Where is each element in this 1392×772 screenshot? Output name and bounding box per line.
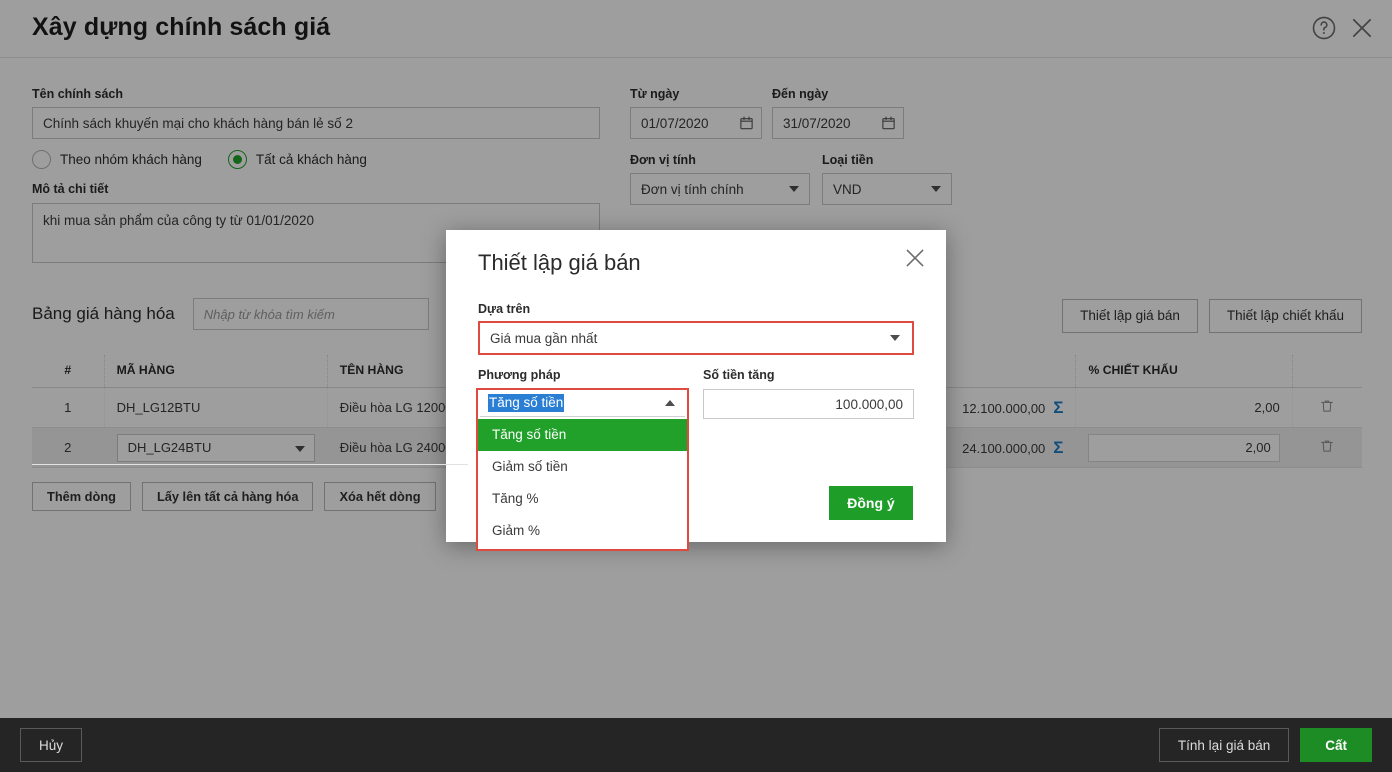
setup-sale-price-button[interactable]: Thiết lập giá bán <box>1062 299 1198 333</box>
row-code-cell[interactable]: DH_LG24BTU <box>104 427 328 468</box>
app-window: Xây dựng chính sách giá Tên chính sách T <box>0 0 1392 772</box>
method-dropdown-list: Tăng số tiền Giảm số tiền Tăng % Giảm % <box>476 419 689 551</box>
dropdown-seam <box>476 414 689 419</box>
recalculate-price-button[interactable]: Tính lại giá bán <box>1158 728 1290 762</box>
dropdown-option-decrease-amount[interactable]: Giảm số tiền <box>478 451 687 483</box>
unit-select-value: Đơn vị tính chính <box>641 181 744 197</box>
currency-select[interactable]: VND <box>822 173 952 205</box>
row-price: 12.100.000,00 <box>962 400 1046 416</box>
sigma-icon[interactable]: Σ <box>1053 438 1063 457</box>
page-title: Xây dựng chính sách giá <box>32 13 331 41</box>
row-discount[interactable]: 2,00 <box>1075 387 1293 428</box>
grid-toolbar: Bảng giá hàng hóa <box>32 298 429 330</box>
dropdown-option-increase-percent[interactable]: Tăng % <box>478 483 687 515</box>
row-code-select[interactable]: DH_LG24BTU <box>116 433 315 462</box>
footer-right-actions: Tính lại giá bán Cất <box>1158 728 1372 762</box>
sigma-icon[interactable]: Σ <box>1053 398 1063 417</box>
grid-footer-buttons: Thêm dòng Lấy lên tất cả hàng hóa Xóa hế… <box>32 482 436 511</box>
dropdown-option-decrease-percent[interactable]: Giảm % <box>478 515 687 547</box>
row-index: 2 <box>32 427 105 468</box>
trash-icon[interactable] <box>1319 400 1335 417</box>
grid-section-title: Bảng giá hàng hóa <box>32 304 175 323</box>
confirm-button[interactable]: Đồng ý <box>829 486 913 520</box>
clear-all-rows-button[interactable]: Xóa hết dòng <box>324 482 436 511</box>
window-header: Xây dựng chính sách giá <box>0 0 1392 58</box>
row-delete-cell[interactable] <box>1292 387 1362 428</box>
radio-label: Tất cả khách hàng <box>255 152 367 167</box>
chevron-down-icon <box>890 335 900 341</box>
col-discount: % CHIẾT KHẤU <box>1075 355 1293 388</box>
row-price: 24.100.000,00 <box>962 440 1046 456</box>
close-icon[interactable] <box>902 245 928 271</box>
radio-by-customer-group[interactable]: Theo nhóm khách hàng <box>32 150 202 169</box>
currency-label: Loại tiền <box>822 153 874 167</box>
trash-icon[interactable] <box>1319 440 1335 457</box>
row-discount-cell[interactable]: 2,00 <box>1075 427 1293 468</box>
dialog-title: Thiết lập giá bán <box>478 250 641 275</box>
cancel-button[interactable]: Hủy <box>20 728 83 762</box>
search-input[interactable] <box>192 298 429 330</box>
save-button[interactable]: Cất <box>1300 728 1372 762</box>
based-on-label: Dựa trên <box>478 302 531 316</box>
calendar-icon[interactable] <box>881 115 896 131</box>
row-delete-cell[interactable] <box>1292 427 1362 468</box>
window-footer: Hủy Tính lại giá bán Cất <box>0 718 1392 772</box>
unit-select[interactable]: Đơn vị tính chính <box>630 173 810 205</box>
col-actions <box>1292 355 1362 388</box>
load-all-products-button[interactable]: Lấy lên tất cả hàng hóa <box>141 482 314 511</box>
unit-label: Đơn vị tính <box>630 153 696 167</box>
grid-action-buttons: Thiết lập giá bán Thiết lập chiết khấu <box>1062 299 1362 333</box>
to-date-label: Đến ngày <box>772 87 829 101</box>
help-circle-icon[interactable] <box>1310 14 1338 42</box>
row-code[interactable]: DH_LG12BTU <box>104 387 328 428</box>
policy-name-label: Tên chính sách <box>32 87 123 101</box>
based-on-select[interactable]: Giá mua gần nhất <box>478 321 914 355</box>
radio-circle-icon <box>32 150 51 169</box>
row-discount[interactable]: 2,00 <box>1088 433 1280 462</box>
close-icon[interactable] <box>1348 14 1376 42</box>
currency-select-value: VND <box>833 181 862 197</box>
radio-all-customers[interactable]: Tất cả khách hàng <box>227 150 367 169</box>
amount-input[interactable] <box>703 389 914 419</box>
col-index: # <box>32 355 105 388</box>
method-value: Tăng số tiền <box>488 394 565 412</box>
chevron-down-icon <box>789 186 799 192</box>
dropdown-option-increase-amount[interactable]: Tăng số tiền <box>478 419 687 451</box>
row-code: DH_LG24BTU <box>127 439 212 455</box>
from-date-field[interactable] <box>630 107 762 139</box>
to-date-field[interactable] <box>772 107 904 139</box>
calendar-icon[interactable] <box>739 115 754 131</box>
col-code: MÃ HÀNG <box>104 355 328 388</box>
customer-scope-radio-group: Theo nhóm khách hàng Tất cả khách hàng <box>32 150 393 169</box>
add-row-button[interactable]: Thêm dòng <box>32 482 131 511</box>
setup-discount-button[interactable]: Thiết lập chiết khấu <box>1208 299 1362 333</box>
method-label: Phương pháp <box>478 368 561 382</box>
amount-label: Số tiền tăng <box>703 368 775 382</box>
chevron-up-icon <box>665 400 675 406</box>
row-index: 1 <box>32 387 105 428</box>
based-on-value: Giá mua gần nhất <box>490 330 598 346</box>
radio-circle-selected-icon <box>227 150 247 169</box>
policy-name-input[interactable] <box>32 107 600 139</box>
from-date-label: Từ ngày <box>630 87 680 101</box>
description-label: Mô tả chi tiết <box>32 182 109 196</box>
chevron-down-icon <box>931 186 941 192</box>
radio-label: Theo nhóm khách hàng <box>60 152 202 167</box>
chevron-down-icon <box>294 445 305 452</box>
